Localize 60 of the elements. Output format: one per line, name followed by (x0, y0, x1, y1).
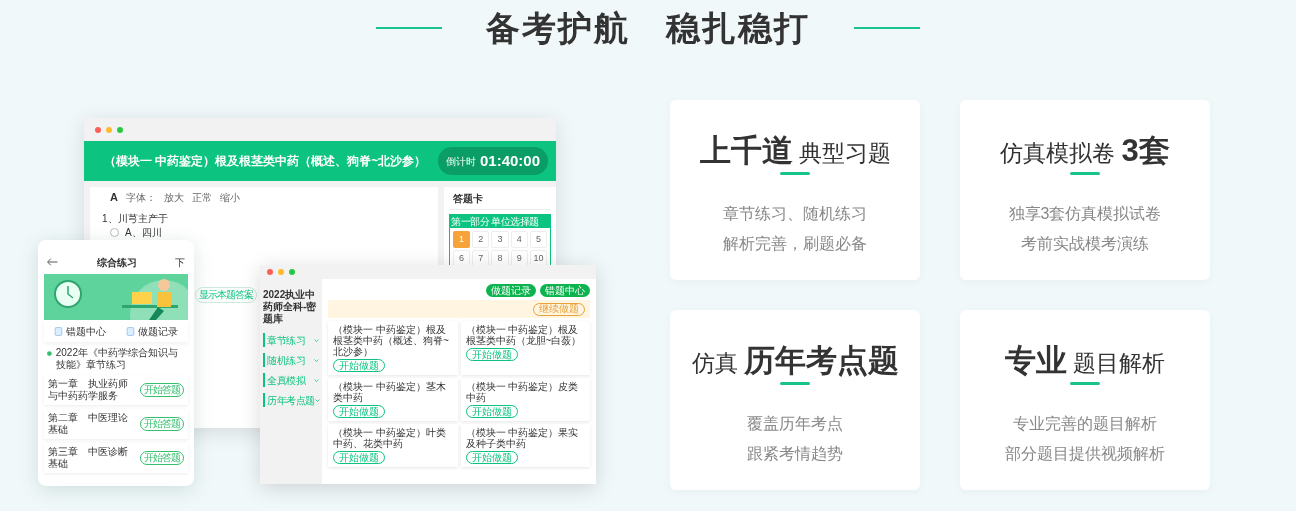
option-text: A、四川 (125, 227, 162, 238)
dot-icon (47, 351, 52, 356)
feature-text: 章节练习、随机练习 (723, 204, 867, 224)
shortcut-button[interactable]: 做题记录 (126, 323, 178, 339)
exercise-title: （模块一 中药鉴定）果实及种子类中药 (465, 427, 580, 449)
feature-text: 跟紧考情趋势 (747, 444, 843, 464)
exercise-title: （模块一 中药鉴定）皮类中药 (465, 381, 580, 403)
font-label: 字体： (125, 190, 156, 205)
timer-label: 倒计时 (445, 154, 476, 169)
chevron-down-icon (314, 338, 319, 342)
timer-value: 01:40:00 (479, 150, 540, 171)
chevron-down-icon (314, 398, 320, 402)
document-icon (54, 326, 63, 336)
subject-title: 2022年《中药学综合知识与技能》章节练习 (55, 347, 179, 371)
phone-title: 综合练习 (96, 255, 137, 270)
sidebar-item[interactable]: 全真模拟 (263, 373, 319, 387)
chapter-name: 第二章 中医理论基础 (48, 412, 129, 436)
bank-title: 2022执业中药师全科-密题库 (263, 289, 318, 325)
action-button[interactable]: 做题记录 (486, 284, 536, 297)
font-option[interactable]: 放大 (163, 189, 184, 205)
feature-text: 覆盖历年考点 (747, 414, 843, 434)
chapter-name: 第一章 执业药师与中药药学服务 (48, 378, 129, 402)
feature-text: 部分题目提供视频解析 (1005, 444, 1165, 464)
feature-heading: 上千道 典型习题 (699, 132, 891, 164)
exercise-title: （模块一 中药鉴定）茎木类中药 (333, 381, 447, 403)
question-number[interactable]: 5 (529, 231, 547, 248)
font-size-label: A (110, 189, 118, 205)
action-button[interactable]: 错题中心 (540, 284, 590, 297)
feature-text: 解析完善，刷题必备 (723, 234, 867, 254)
answer-card-title: 答题卡 (449, 191, 551, 210)
exam-title: （模块一 中药鉴定）根及根茎类中药（概述、狗脊~北沙参） (104, 153, 427, 170)
back-icon (47, 258, 58, 266)
radio-button[interactable] (110, 228, 119, 237)
chapter-name: 第三章 中医诊断基础 (48, 446, 129, 470)
exercise-title: （模块一 中药鉴定）叶类中药、花类中药 (333, 427, 447, 449)
question-number[interactable]: 2 (472, 231, 490, 248)
phone-action[interactable]: 下 (175, 254, 185, 270)
feature-text: 考前实战模考演练 (1021, 234, 1149, 254)
chevron-down-icon (314, 378, 319, 382)
window-controls-icon (95, 126, 123, 133)
sidebar-item[interactable]: 历年考点题 (263, 393, 319, 407)
question-number[interactable]: 1 (453, 231, 471, 248)
exercise-title: （模块一 中药鉴定）根及根茎类中药（龙胆~白蔹） (465, 324, 583, 346)
question-number[interactable]: 4 (510, 231, 528, 248)
chevron-down-icon (314, 358, 319, 362)
feature-heading: 仿真模拟卷 3套 (1000, 132, 1170, 164)
window-controls-icon (267, 269, 295, 275)
exercise-title: （模块一 中药鉴定）根及根茎类中药（概述、狗脊~北沙参） (333, 324, 450, 357)
shortcut-button[interactable]: 错题中心 (54, 323, 106, 339)
feature-text: 独享3套仿真模拟试卷 (1008, 204, 1162, 224)
font-option[interactable]: 正常 (191, 189, 212, 205)
sidebar-item[interactable]: 随机练习 (263, 353, 319, 367)
section-title: 第一部分 单位选择题 (450, 215, 550, 228)
question-text: 1、川芎主产于 (102, 213, 169, 224)
feature-text: 专业完善的题目解析 (1013, 414, 1157, 434)
document-icon (126, 326, 135, 336)
font-option[interactable]: 缩小 (219, 189, 240, 205)
sidebar-item[interactable]: 章节练习 (263, 333, 319, 347)
page-title: 备考护航 稳扎稳打 (486, 11, 810, 45)
question-number[interactable]: 3 (491, 231, 509, 248)
